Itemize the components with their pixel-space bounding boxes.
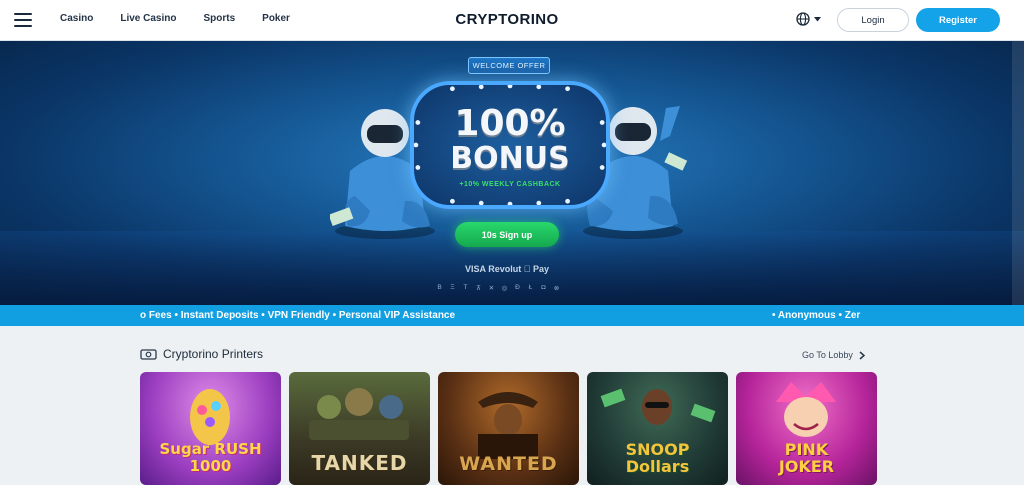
game-card-snoop-dogg-dollars[interactable]: SNOOP Dollars bbox=[587, 372, 728, 485]
payment-methods: VISA Revolut  Pay bbox=[465, 264, 549, 274]
game-card-wanted[interactable]: WANTED bbox=[438, 372, 579, 485]
tron-icon: ⊼ bbox=[476, 285, 481, 292]
top-header: Casino Live Casino Sports Poker CRYPTORI… bbox=[0, 0, 1024, 41]
globe-icon bbox=[796, 12, 810, 26]
chevron-down-icon bbox=[814, 16, 821, 21]
features-ticker: o Fees • Instant Deposits • VPN Friendly… bbox=[0, 305, 1024, 326]
hero-banner[interactable]: WELCOME OFFER 100% BONUS +10% WEEKLY CAS… bbox=[0, 41, 1024, 305]
section-header: Cryptorino Printers bbox=[140, 347, 263, 361]
bitcoin-icon: B bbox=[437, 284, 442, 291]
go-to-lobby-link[interactable]: Go To Lobby bbox=[802, 350, 865, 360]
game-title: PINK JOKER bbox=[778, 440, 835, 476]
login-button[interactable]: Login bbox=[837, 8, 909, 32]
ticker-text-left: o Fees • Instant Deposits • VPN Friendly… bbox=[140, 310, 456, 321]
crypto-icons-row: B Ξ T ⊼ ✕ ◎ Ð Ł ◘ ⊗ bbox=[435, 284, 561, 292]
bonus-percent: 100% bbox=[454, 103, 566, 144]
section-title: Cryptorino Printers bbox=[163, 347, 264, 361]
game-card-tanked[interactable]: TANKED bbox=[289, 372, 430, 485]
litecoin-icon: Ł bbox=[528, 284, 533, 291]
ethereum-icon: Ξ bbox=[450, 284, 455, 291]
game-title: Sugar RUSH 1000 bbox=[159, 440, 262, 475]
game-title: WANTED bbox=[459, 453, 558, 475]
dogecoin-icon: Ð bbox=[515, 284, 520, 291]
bnb-icon: ◘ bbox=[541, 284, 546, 291]
ticker-text-right: • Anonymous • Zer bbox=[772, 310, 861, 321]
game-card-sugar-rush[interactable]: Sugar RUSH 1000 bbox=[140, 372, 281, 485]
money-printer-icon bbox=[140, 348, 157, 360]
game-title: SNOOP Dollars bbox=[625, 440, 690, 476]
solana-icon: ◎ bbox=[501, 285, 508, 292]
chainlink-icon: ⊗ bbox=[553, 285, 560, 292]
tether-icon: T bbox=[463, 284, 468, 291]
go-to-lobby-label: Go To Lobby bbox=[802, 350, 853, 360]
game-title: TANKED bbox=[311, 451, 408, 475]
language-selector[interactable] bbox=[796, 12, 821, 26]
bonus-frame: 100% BONUS +10% WEEKLY CASHBACK bbox=[410, 81, 610, 209]
bonus-word: BONUS bbox=[450, 141, 570, 176]
game-card-pink-joker[interactable]: PINK JOKER bbox=[736, 372, 877, 485]
register-button[interactable]: Register bbox=[916, 8, 1000, 32]
welcome-offer-tag: WELCOME OFFER bbox=[468, 57, 550, 74]
cashback-text: +10% WEEKLY CASHBACK bbox=[459, 181, 561, 188]
signup-button[interactable]: 10s Sign up bbox=[455, 222, 559, 247]
xrp-icon: ✕ bbox=[488, 285, 495, 292]
chevron-right-icon bbox=[859, 350, 865, 360]
games-row: Sugar RUSH 1000 TANKED WANTED SNOOP Doll… bbox=[140, 372, 877, 485]
hero-scrollbar[interactable] bbox=[1012, 41, 1024, 305]
